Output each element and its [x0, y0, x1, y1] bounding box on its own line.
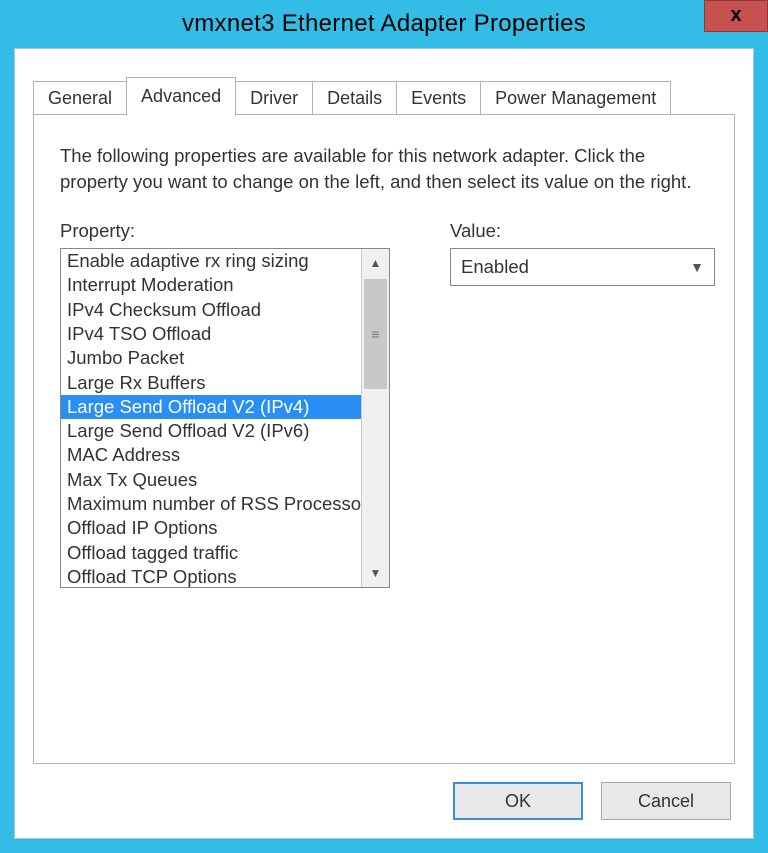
property-listbox[interactable]: Enable adaptive rx ring sizing Interrupt… — [60, 248, 390, 588]
chevron-down-icon: ▼ — [370, 566, 382, 580]
scroll-thumb[interactable]: ≡ — [364, 279, 387, 389]
tab-panel-advanced: The following properties are available f… — [33, 114, 735, 764]
scroll-down-button[interactable]: ▼ — [362, 559, 389, 587]
advanced-layout: Property: Enable adaptive rx ring sizing… — [60, 220, 708, 588]
list-item[interactable]: MAC Address — [61, 443, 361, 467]
list-item[interactable]: IPv4 TSO Offload — [61, 322, 361, 346]
tab-power-management[interactable]: Power Management — [480, 81, 671, 115]
titlebar: vmxnet3 Ethernet Adapter Properties x — [0, 0, 768, 48]
value-dropdown[interactable]: Enabled ▼ — [450, 248, 715, 286]
property-column: Property: Enable adaptive rx ring sizing… — [60, 220, 390, 588]
close-button[interactable]: x — [704, 0, 768, 32]
list-item[interactable]: Maximum number of RSS Processo — [61, 492, 361, 516]
list-item[interactable]: Offload IP Options — [61, 516, 361, 540]
ok-button[interactable]: OK — [453, 782, 583, 820]
intro-text: The following properties are available f… — [60, 143, 700, 194]
tab-strip: General Advanced Driver Details Events P… — [15, 49, 753, 115]
dialog-button-row: OK Cancel — [453, 782, 731, 820]
tab-general[interactable]: General — [33, 81, 127, 115]
cancel-button[interactable]: Cancel — [601, 782, 731, 820]
property-label: Property: — [60, 220, 390, 242]
tab-driver[interactable]: Driver — [235, 81, 313, 115]
list-item[interactable]: Large Send Offload V2 (IPv6) — [61, 419, 361, 443]
window-frame: vmxnet3 Ethernet Adapter Properties x Ge… — [0, 0, 768, 853]
tab-advanced[interactable]: Advanced — [126, 77, 236, 116]
list-item[interactable]: Offload TCP Options — [61, 565, 361, 587]
tab-events[interactable]: Events — [396, 81, 481, 115]
window-title: vmxnet3 Ethernet Adapter Properties — [182, 10, 586, 38]
chevron-down-icon: ▼ — [690, 259, 704, 275]
list-item[interactable]: Enable adaptive rx ring sizing — [61, 249, 361, 273]
list-item[interactable]: Offload tagged traffic — [61, 541, 361, 565]
list-item[interactable]: Interrupt Moderation — [61, 273, 361, 297]
property-scrollbar[interactable]: ▲ ≡ ▼ — [361, 249, 389, 587]
tab-details[interactable]: Details — [312, 81, 397, 115]
property-list-viewport: Enable adaptive rx ring sizing Interrupt… — [61, 249, 361, 587]
list-item[interactable]: Max Tx Queues — [61, 468, 361, 492]
list-item[interactable]: Large Send Offload V2 (IPv4) — [61, 395, 361, 419]
value-label: Value: — [450, 220, 715, 242]
client-area: General Advanced Driver Details Events P… — [14, 48, 754, 839]
list-item[interactable]: Jumbo Packet — [61, 346, 361, 370]
value-dropdown-text: Enabled — [461, 256, 529, 278]
list-item[interactable]: Large Rx Buffers — [61, 371, 361, 395]
chevron-up-icon: ▲ — [370, 256, 382, 270]
value-column: Value: Enabled ▼ — [450, 220, 715, 286]
scroll-up-button[interactable]: ▲ — [362, 249, 389, 277]
list-item[interactable]: IPv4 Checksum Offload — [61, 298, 361, 322]
